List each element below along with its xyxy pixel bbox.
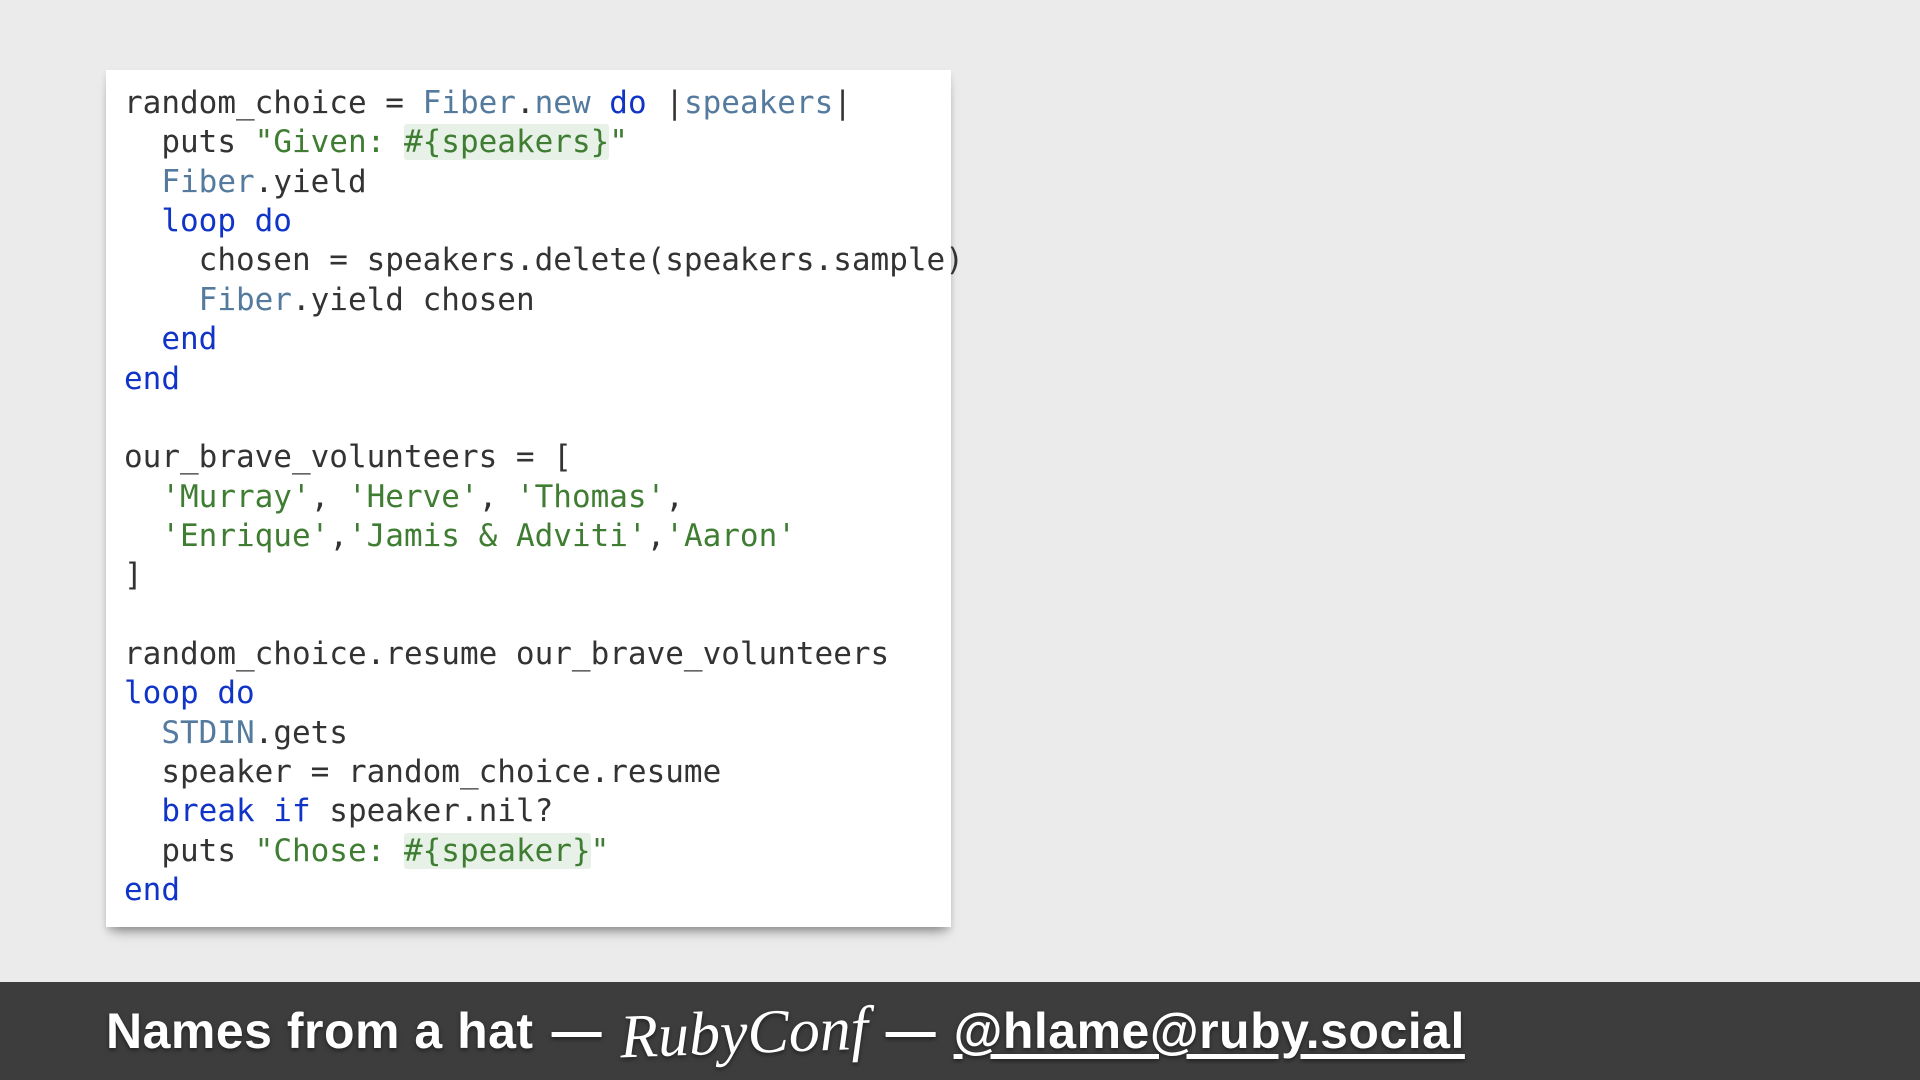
code-token: Fiber	[423, 85, 516, 121]
code-token: .yield	[255, 164, 367, 200]
author-handle[interactable]: @hlame@ruby.social	[954, 1002, 1465, 1060]
code-token: random_choice.resume our_brave_volunteer…	[124, 636, 889, 672]
code-token: loop do	[124, 675, 255, 711]
code-token: 'Herve'	[348, 479, 479, 515]
code-token: ,	[647, 518, 666, 554]
code-token	[124, 321, 161, 357]
code-token: ,	[665, 479, 684, 515]
code-token: "	[609, 124, 628, 160]
code-token	[124, 518, 161, 554]
code-token: 'Thomas'	[516, 479, 665, 515]
code-token: ,	[479, 479, 516, 515]
code-token	[124, 793, 161, 829]
separator-dash: —	[552, 1002, 602, 1060]
code-token: break if	[161, 793, 310, 829]
code-token: ,	[329, 518, 348, 554]
separator-dash: —	[886, 1002, 936, 1060]
code-token: 'Jamis & Adviti'	[348, 518, 647, 554]
code-token	[124, 164, 161, 200]
code-token	[124, 715, 161, 751]
code-token	[124, 479, 161, 515]
code-token: random_choice =	[124, 85, 423, 121]
code-token: #{speaker}	[404, 833, 591, 869]
code-token: do	[609, 85, 646, 121]
code-token: loop do	[161, 203, 292, 239]
code-token: .yield chosen	[292, 282, 535, 318]
code-token: .gets	[255, 715, 348, 751]
code-token	[591, 85, 610, 121]
code-token: Fiber	[161, 164, 254, 200]
code-token: "Given:	[255, 124, 404, 160]
code-token: our_brave_volunteers = [	[124, 439, 572, 475]
code-token: end	[124, 361, 180, 397]
code-token	[124, 282, 199, 318]
code-token	[124, 203, 161, 239]
code-token: 'Murray'	[161, 479, 310, 515]
talk-title: Names from a hat	[106, 1002, 534, 1060]
code-token: .	[516, 85, 535, 121]
code-block: random_choice = Fiber.new do |speakers| …	[106, 70, 951, 927]
code-token: end	[124, 872, 180, 908]
conference-name: RubyConf	[618, 993, 868, 1073]
code-token: puts	[124, 124, 255, 160]
code-token: STDIN	[161, 715, 254, 751]
code-token: "	[591, 833, 610, 869]
code-token: speaker = random_choice.resume	[124, 754, 721, 790]
code-token: 'Enrique'	[161, 518, 329, 554]
code-token: speakers	[684, 85, 833, 121]
code-token: chosen = speakers.delete(speakers.sample…	[124, 242, 964, 278]
code-token: Fiber	[199, 282, 292, 318]
code-token: puts	[124, 833, 255, 869]
code-token: |	[833, 85, 852, 121]
footer-bar: Names from a hat — RubyConf — @hlame@rub…	[0, 982, 1920, 1080]
code-token: "Chose:	[255, 833, 404, 869]
code-token: end	[161, 321, 217, 357]
code-token: new	[535, 85, 591, 121]
code-token: |	[647, 85, 684, 121]
slide: random_choice = Fiber.new do |speakers| …	[0, 0, 1920, 1080]
code-token: 'Aaron'	[665, 518, 796, 554]
code-token: ,	[311, 479, 348, 515]
code-token: ]	[124, 557, 143, 593]
code-token: speaker.nil?	[311, 793, 554, 829]
code-token: #{speakers}	[404, 124, 609, 160]
